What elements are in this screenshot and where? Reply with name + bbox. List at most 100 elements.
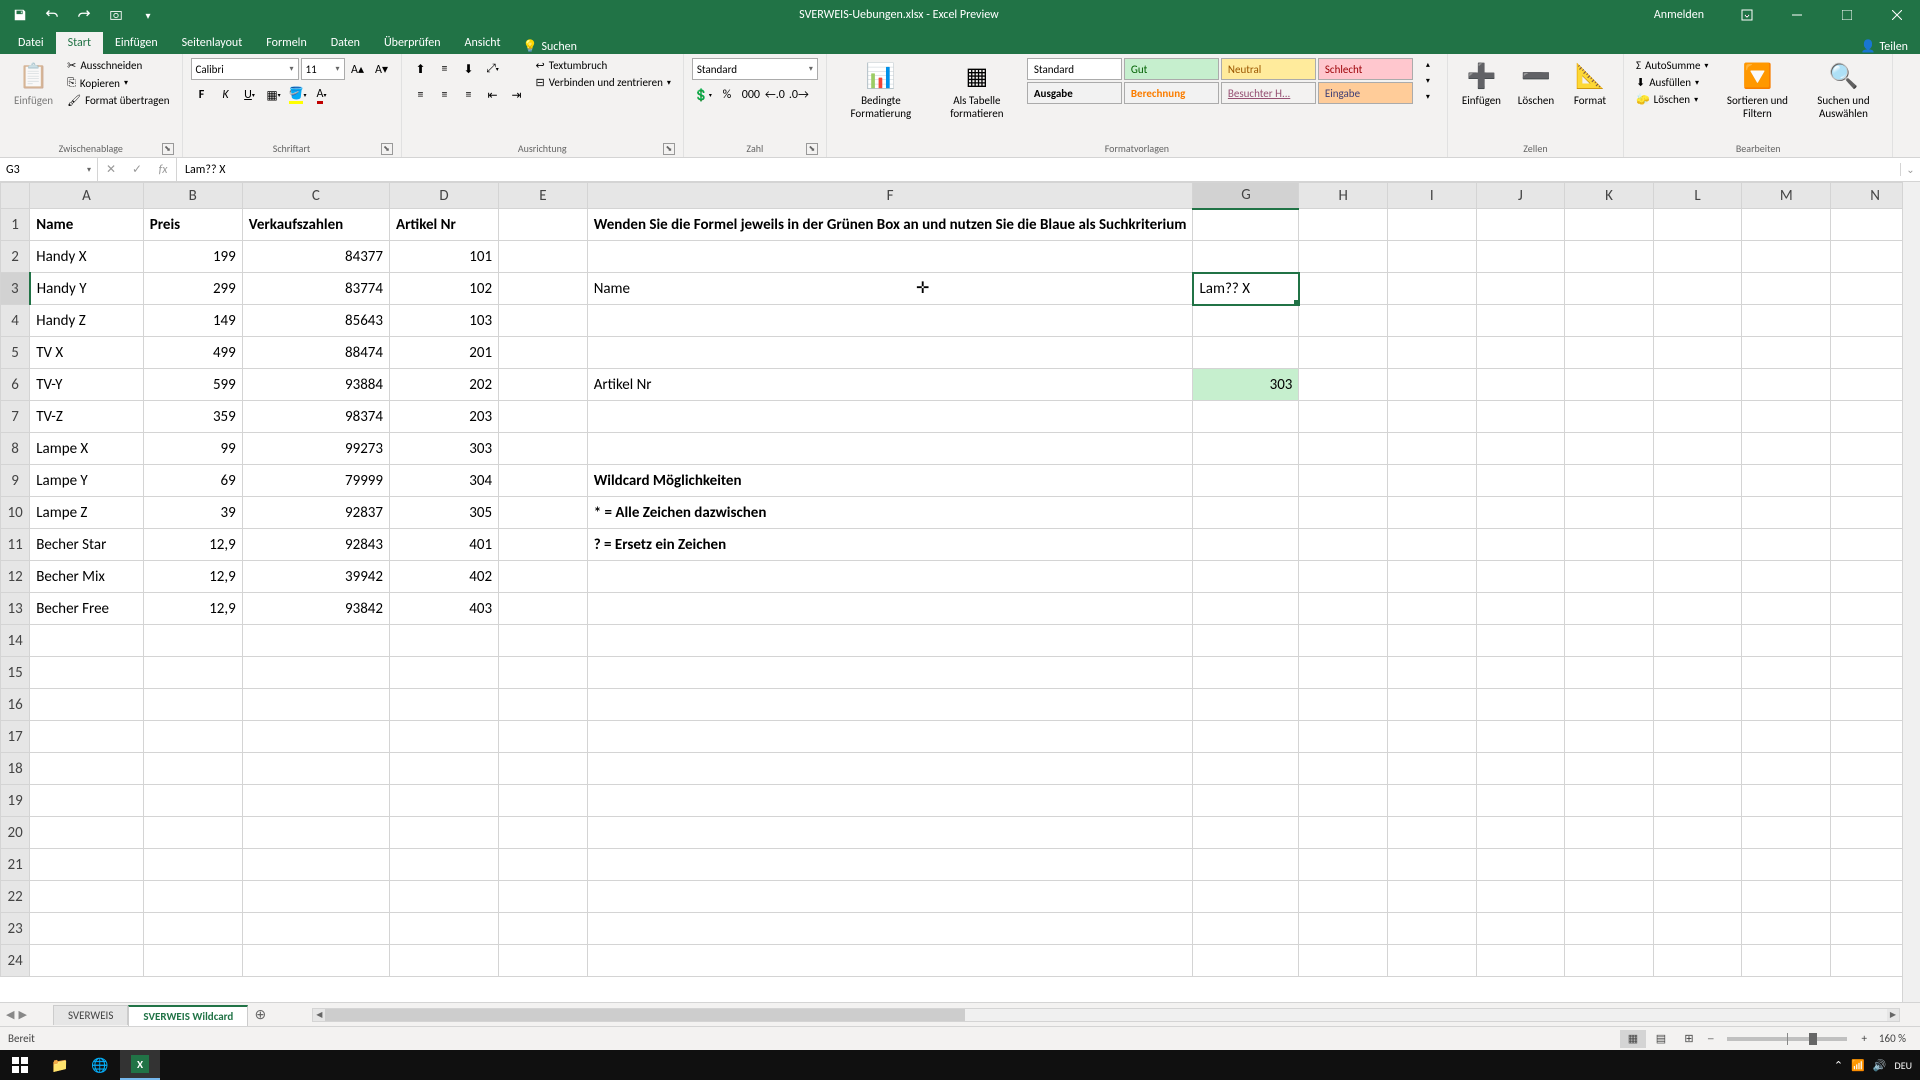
cell-F11[interactable]: ? = Ersetz ein Zeichen bbox=[587, 529, 1193, 561]
cell-B23[interactable] bbox=[143, 913, 242, 945]
align-middle-icon[interactable]: ≡ bbox=[434, 58, 456, 80]
cell-I3[interactable] bbox=[1388, 273, 1477, 305]
cell-L2[interactable] bbox=[1653, 241, 1742, 273]
col-header-C[interactable]: C bbox=[242, 183, 389, 209]
cell-D12[interactable]: 402 bbox=[390, 561, 499, 593]
zoom-out-button[interactable]: ─ bbox=[1704, 1032, 1718, 1045]
cut-button[interactable]: ✂Ausschneiden bbox=[63, 58, 173, 73]
cell-N21[interactable] bbox=[1831, 849, 1920, 881]
cell-K20[interactable] bbox=[1565, 817, 1654, 849]
cell-M2[interactable] bbox=[1742, 241, 1831, 273]
cell-L10[interactable] bbox=[1653, 497, 1742, 529]
cell-A24[interactable] bbox=[30, 945, 144, 977]
sheet-nav-first-icon[interactable]: ◀ bbox=[6, 1008, 14, 1021]
minimize-icon[interactable] bbox=[1774, 0, 1820, 30]
spreadsheet-grid[interactable]: ABCDEFGHIJKLMN1NamePreisVerkaufszahlenAr… bbox=[0, 182, 1920, 1002]
cell-H24[interactable] bbox=[1299, 945, 1388, 977]
style-gallery-more-icon[interactable]: ▾ bbox=[1417, 90, 1439, 104]
cell-D20[interactable] bbox=[390, 817, 499, 849]
cell-C19[interactable] bbox=[242, 785, 389, 817]
cell-N23[interactable] bbox=[1831, 913, 1920, 945]
cell-C20[interactable] bbox=[242, 817, 389, 849]
cell-H9[interactable] bbox=[1299, 465, 1388, 497]
cell-N24[interactable] bbox=[1831, 945, 1920, 977]
format-as-table-button[interactable]: ▦ Als Tabelle formatieren bbox=[931, 58, 1023, 122]
cell-K13[interactable] bbox=[1565, 593, 1654, 625]
cell-F8[interactable] bbox=[587, 433, 1193, 465]
name-box-dropdown-icon[interactable]: ▾ bbox=[87, 165, 91, 175]
cell-K6[interactable] bbox=[1565, 369, 1654, 401]
start-button[interactable] bbox=[0, 1050, 40, 1080]
cell-I1[interactable] bbox=[1388, 209, 1477, 241]
cell-H7[interactable] bbox=[1299, 401, 1388, 433]
cell-A17[interactable] bbox=[30, 721, 144, 753]
cell-H22[interactable] bbox=[1299, 881, 1388, 913]
cell-M13[interactable] bbox=[1742, 593, 1831, 625]
cell-B12[interactable]: 12,9 bbox=[143, 561, 242, 593]
hscroll-right-icon[interactable]: ▶ bbox=[1887, 1009, 1899, 1021]
cell-H23[interactable] bbox=[1299, 913, 1388, 945]
cell-B18[interactable] bbox=[143, 753, 242, 785]
cell-N7[interactable] bbox=[1831, 401, 1920, 433]
cell-F15[interactable] bbox=[587, 657, 1193, 689]
row-header-9[interactable]: 9 bbox=[1, 465, 30, 497]
zoom-thumb[interactable] bbox=[1809, 1033, 1817, 1045]
cell-A23[interactable] bbox=[30, 913, 144, 945]
cell-J18[interactable] bbox=[1476, 753, 1565, 785]
cell-E23[interactable] bbox=[499, 913, 588, 945]
row-header-23[interactable]: 23 bbox=[1, 913, 30, 945]
format-cells-button[interactable]: 📐Format bbox=[1565, 58, 1615, 109]
format-painter-button[interactable]: 🖌Format übertragen bbox=[63, 93, 173, 108]
cell-I11[interactable] bbox=[1388, 529, 1477, 561]
cell-A8[interactable]: Lampe X bbox=[30, 433, 144, 465]
cell-M14[interactable] bbox=[1742, 625, 1831, 657]
fill-button[interactable]: ⬇Ausfüllen▾ bbox=[1632, 75, 1712, 90]
cell-I12[interactable] bbox=[1388, 561, 1477, 593]
cell-L20[interactable] bbox=[1653, 817, 1742, 849]
cell-B10[interactable]: 39 bbox=[143, 497, 242, 529]
row-header-15[interactable]: 15 bbox=[1, 657, 30, 689]
tell-me-search[interactable]: 💡 Suchen bbox=[513, 39, 587, 54]
cell-K12[interactable] bbox=[1565, 561, 1654, 593]
cell-J22[interactable] bbox=[1476, 881, 1565, 913]
alignment-dialog-launcher[interactable]: ⬊ bbox=[663, 143, 675, 155]
cell-C14[interactable] bbox=[242, 625, 389, 657]
cell-C11[interactable]: 92843 bbox=[242, 529, 389, 561]
align-top-icon[interactable]: ⬆ bbox=[410, 58, 432, 80]
cell-A12[interactable]: Becher Mix bbox=[30, 561, 144, 593]
cell-G2[interactable] bbox=[1193, 241, 1299, 273]
cell-C13[interactable]: 93842 bbox=[242, 593, 389, 625]
cell-G19[interactable] bbox=[1193, 785, 1299, 817]
align-bottom-icon[interactable]: ⬇ bbox=[458, 58, 480, 80]
cell-K8[interactable] bbox=[1565, 433, 1654, 465]
italic-button[interactable]: K bbox=[215, 84, 237, 106]
cell-B8[interactable]: 99 bbox=[143, 433, 242, 465]
cell-A11[interactable]: Becher Star bbox=[30, 529, 144, 561]
hscroll-thumb[interactable] bbox=[325, 1009, 965, 1021]
cell-I9[interactable] bbox=[1388, 465, 1477, 497]
cell-H3[interactable] bbox=[1299, 273, 1388, 305]
cell-K11[interactable] bbox=[1565, 529, 1654, 561]
cell-G5[interactable] bbox=[1193, 337, 1299, 369]
border-button[interactable]: ▦▾ bbox=[263, 84, 285, 106]
cell-F16[interactable] bbox=[587, 689, 1193, 721]
cell-E9[interactable] bbox=[499, 465, 588, 497]
cell-H16[interactable] bbox=[1299, 689, 1388, 721]
style-besuchter[interactable]: Besuchter H... bbox=[1221, 82, 1316, 104]
cell-H2[interactable] bbox=[1299, 241, 1388, 273]
row-header-1[interactable]: 1 bbox=[1, 209, 30, 241]
style-gut[interactable]: Gut bbox=[1124, 58, 1219, 80]
cell-I18[interactable] bbox=[1388, 753, 1477, 785]
row-header-2[interactable]: 2 bbox=[1, 241, 30, 273]
cell-J6[interactable] bbox=[1476, 369, 1565, 401]
font-name-combo[interactable]: Calibri▾ bbox=[191, 58, 299, 80]
cell-J17[interactable] bbox=[1476, 721, 1565, 753]
save-icon[interactable] bbox=[8, 3, 32, 27]
cell-B21[interactable] bbox=[143, 849, 242, 881]
align-center-icon[interactable]: ≡ bbox=[434, 84, 456, 106]
cell-B19[interactable] bbox=[143, 785, 242, 817]
cell-B17[interactable] bbox=[143, 721, 242, 753]
cell-A16[interactable] bbox=[30, 689, 144, 721]
cell-A4[interactable]: Handy Z bbox=[30, 305, 144, 337]
cell-M18[interactable] bbox=[1742, 753, 1831, 785]
